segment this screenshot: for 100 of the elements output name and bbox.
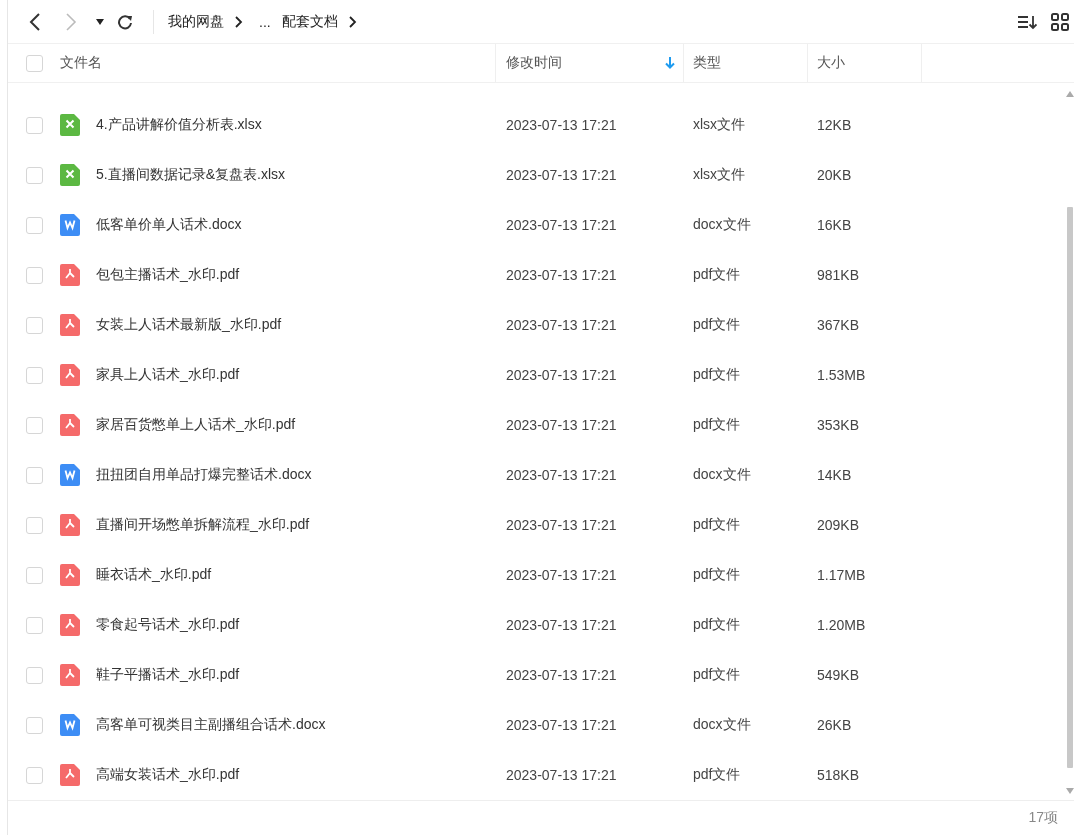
breadcrumb-link[interactable]: 配套文档 bbox=[281, 12, 338, 31]
file-size: 12KB bbox=[817, 117, 852, 133]
item-count: 17项 bbox=[1028, 809, 1058, 827]
file-size: 981KB bbox=[817, 267, 860, 283]
dropdown-icon[interactable] bbox=[96, 18, 104, 25]
file-type: pdf文件 bbox=[693, 616, 741, 634]
file-name[interactable]: 睡衣话术_水印.pdf bbox=[96, 566, 212, 584]
pdf-file-icon bbox=[60, 564, 80, 586]
checkbox[interactable] bbox=[26, 566, 43, 584]
file-name[interactable]: 低客单价单人话术.docx bbox=[96, 216, 242, 234]
checkbox[interactable] bbox=[26, 666, 43, 684]
forward-icon[interactable] bbox=[64, 12, 78, 31]
file-size: 16KB bbox=[817, 217, 852, 233]
modified-date: 2023-07-13 17:21 bbox=[506, 767, 617, 783]
breadcrumb-link[interactable]: ... bbox=[259, 13, 271, 30]
file-size: 353KB bbox=[817, 417, 860, 433]
file-size: 14KB bbox=[817, 467, 852, 483]
refresh-icon[interactable] bbox=[117, 13, 133, 30]
modified-date: 2023-07-13 17:21 bbox=[506, 117, 617, 133]
pdf-file-icon bbox=[60, 414, 80, 436]
file-type: pdf文件 bbox=[693, 516, 741, 534]
checkbox[interactable] bbox=[26, 116, 43, 134]
file-type: pdf文件 bbox=[693, 416, 741, 434]
file-size: 518KB bbox=[817, 767, 860, 783]
pdf-file-icon bbox=[60, 264, 80, 286]
checkbox[interactable] bbox=[26, 466, 43, 484]
checkbox[interactable] bbox=[26, 516, 43, 534]
modified-date: 2023-07-13 17:21 bbox=[506, 217, 617, 233]
pdf-file-icon bbox=[60, 764, 80, 786]
file-type: pdf文件 bbox=[693, 666, 741, 684]
pdf-file-icon bbox=[60, 614, 80, 636]
chevron-icon bbox=[348, 15, 357, 28]
file-name[interactable]: 扭扭团自用单品打爆完整话术.docx bbox=[96, 466, 312, 484]
sort-descending-icon[interactable] bbox=[665, 57, 675, 69]
modified-date: 2023-07-13 17:21 bbox=[506, 517, 617, 533]
file-type: xlsx文件 bbox=[693, 166, 746, 184]
spreadsheet-file-icon bbox=[60, 114, 80, 136]
file-type: pdf文件 bbox=[693, 366, 741, 384]
file-name[interactable]: 鞋子平播话术_水印.pdf bbox=[96, 666, 240, 684]
modified-date: 2023-07-13 17:21 bbox=[506, 267, 617, 283]
checkbox[interactable] bbox=[26, 54, 43, 72]
modified-date: 2023-07-13 17:21 bbox=[506, 717, 617, 733]
file-name[interactable]: 4.产品讲解价值分析表.xlsx bbox=[96, 116, 262, 134]
back-icon[interactable] bbox=[28, 12, 42, 31]
checkbox[interactable] bbox=[26, 766, 43, 784]
document-file-icon bbox=[60, 214, 80, 236]
scroll-up-icon[interactable] bbox=[1066, 91, 1074, 97]
file-size: 1.17MB bbox=[817, 567, 866, 583]
modified-date: 2023-07-13 17:21 bbox=[506, 467, 617, 483]
file-size: 549KB bbox=[817, 667, 860, 683]
modified-date: 2023-07-13 17:21 bbox=[506, 617, 617, 633]
checkbox[interactable] bbox=[26, 266, 43, 284]
modified-date: 2023-07-13 17:21 bbox=[506, 667, 617, 683]
pdf-file-icon bbox=[60, 514, 80, 536]
sort-icon[interactable] bbox=[1017, 13, 1037, 30]
spreadsheet-file-icon bbox=[60, 164, 80, 186]
file-name[interactable]: 包包主播话术_水印.pdf bbox=[96, 266, 240, 284]
chevron-icon bbox=[235, 15, 243, 28]
checkbox[interactable] bbox=[26, 216, 43, 234]
file-type: docx文件 bbox=[693, 216, 751, 234]
file-name[interactable]: 女装上人话术最新版_水印.pdf bbox=[96, 316, 282, 334]
column-header[interactable]: 类型 bbox=[693, 54, 721, 72]
file-type: pdf文件 bbox=[693, 766, 741, 784]
checkbox[interactable] bbox=[26, 166, 43, 184]
file-name[interactable]: 高客单可视类目主副播组合话术.docx bbox=[96, 716, 326, 734]
file-size: 209KB bbox=[817, 517, 860, 533]
file-type: pdf文件 bbox=[693, 566, 741, 584]
file-type: docx文件 bbox=[693, 716, 751, 734]
document-file-icon bbox=[60, 464, 80, 486]
column-header[interactable]: 修改时间 bbox=[506, 54, 562, 72]
file-name[interactable]: 零食起号话术_水印.pdf bbox=[96, 616, 240, 634]
modified-date: 2023-07-13 17:21 bbox=[506, 317, 617, 333]
checkbox[interactable] bbox=[26, 316, 43, 334]
file-size: 367KB bbox=[817, 317, 860, 333]
modified-date: 2023-07-13 17:21 bbox=[506, 367, 617, 383]
file-name[interactable]: 家具上人话术_水印.pdf bbox=[96, 366, 240, 384]
pdf-file-icon bbox=[60, 364, 80, 386]
column-header[interactable]: 大小 bbox=[817, 54, 845, 72]
pdf-file-icon bbox=[60, 314, 80, 336]
modified-date: 2023-07-13 17:21 bbox=[506, 417, 617, 433]
file-name[interactable]: 直播间开场憋单拆解流程_水印.pdf bbox=[96, 516, 310, 534]
file-type: pdf文件 bbox=[693, 316, 741, 334]
checkbox[interactable] bbox=[26, 616, 43, 634]
pdf-file-icon bbox=[60, 664, 80, 686]
file-name[interactable]: 高端女装话术_水印.pdf bbox=[96, 766, 240, 784]
breadcrumb-link[interactable]: 我的网盘 bbox=[168, 12, 224, 31]
modified-date: 2023-07-13 17:21 bbox=[506, 567, 617, 583]
file-name[interactable]: 家居百货憋单上人话术_水印.pdf bbox=[96, 416, 296, 434]
checkbox[interactable] bbox=[26, 416, 43, 434]
file-size: 1.20MB bbox=[817, 617, 866, 633]
modified-date: 2023-07-13 17:21 bbox=[506, 167, 617, 183]
file-size: 26KB bbox=[817, 717, 852, 733]
grid-view-icon[interactable] bbox=[1051, 12, 1069, 31]
file-type: pdf文件 bbox=[693, 266, 741, 284]
checkbox[interactable] bbox=[26, 716, 43, 734]
checkbox[interactable] bbox=[26, 366, 43, 384]
file-size: 1.53MB bbox=[817, 367, 866, 383]
scroll-down-icon[interactable] bbox=[1066, 788, 1074, 794]
column-header[interactable]: 文件名 bbox=[60, 54, 102, 72]
file-name[interactable]: 5.直播间数据记录&复盘表.xlsx bbox=[96, 166, 285, 184]
